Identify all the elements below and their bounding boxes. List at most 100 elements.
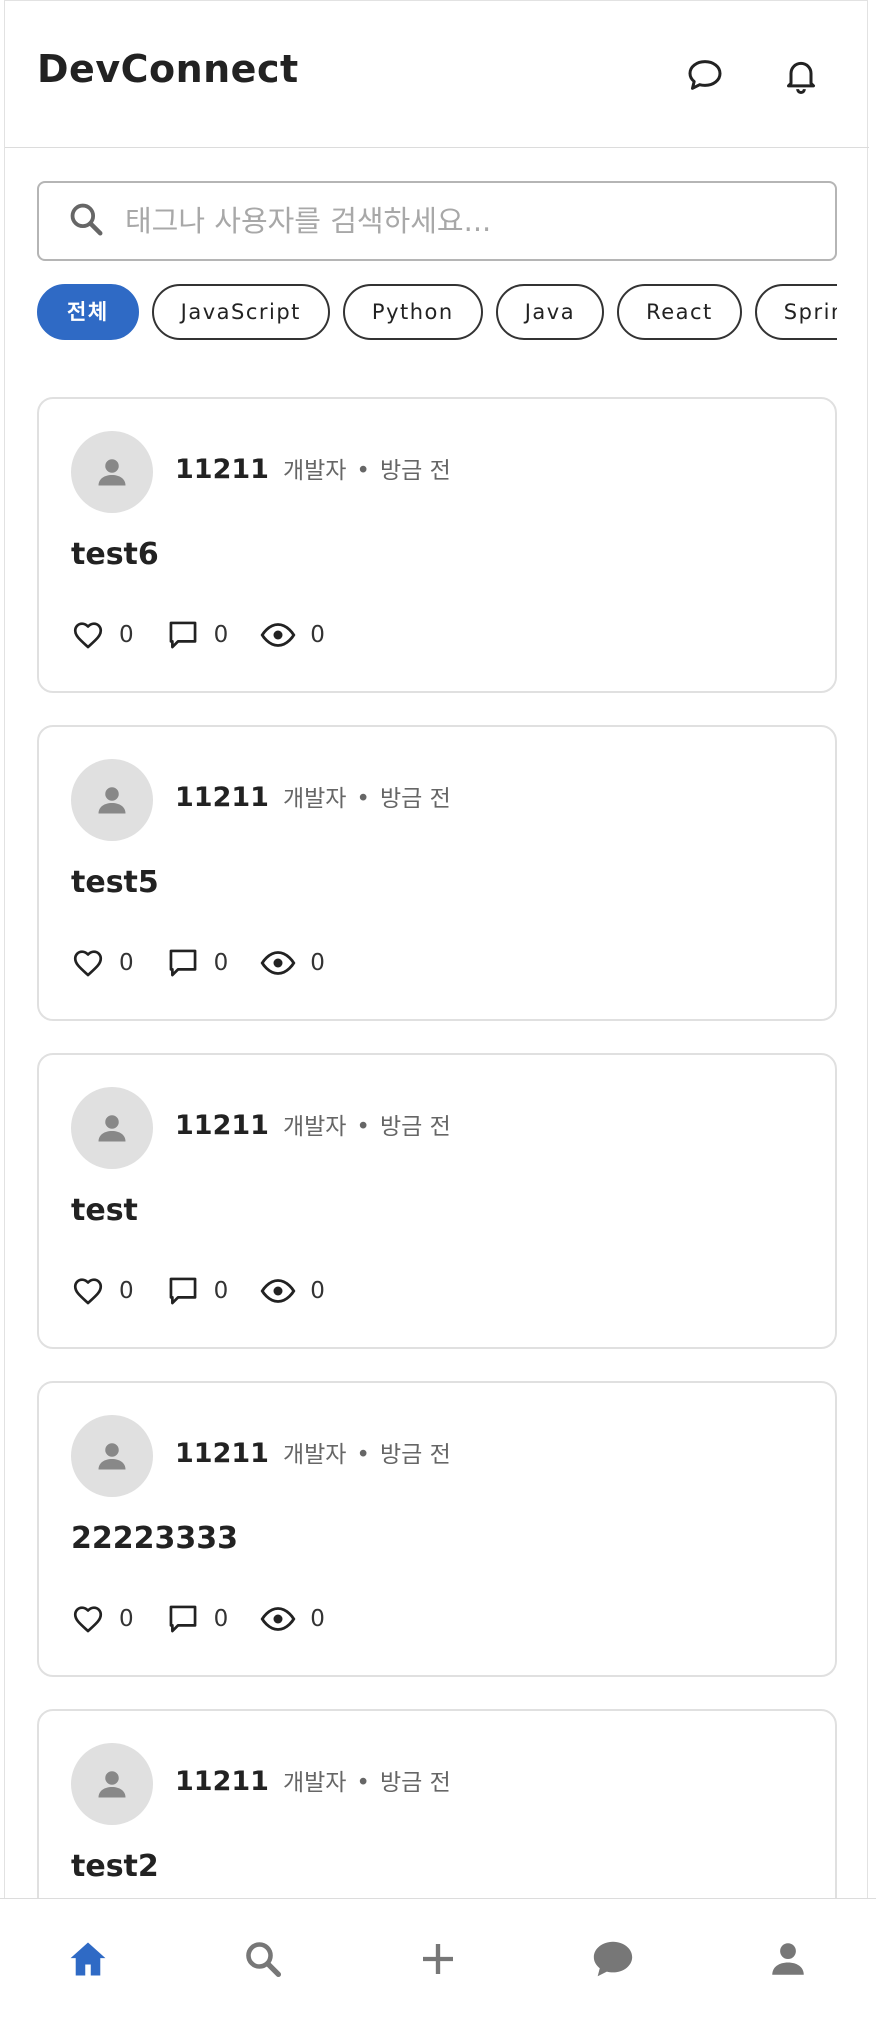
nav-create[interactable] [398,1919,478,1999]
like-stat[interactable]: 0 [71,1274,134,1308]
post-meta: 11211 개발자 • 방금 전 [175,1763,451,1797]
person-icon [98,1443,126,1470]
eye-icon [260,1607,296,1631]
like-stat[interactable]: 0 [71,1602,134,1636]
person-icon [98,787,126,814]
heart-icon [73,950,103,977]
avatar[interactable] [71,431,153,513]
post-meta: 11211 개발자 • 방금 전 [175,451,451,485]
post-time: 방금 전 [380,1770,451,1796]
tag-javascript[interactable]: JavaScript [151,284,330,340]
comment-stat[interactable]: 0 [166,1274,228,1308]
author-name[interactable]: 11211 [175,454,269,485]
post-title[interactable]: test5 [71,865,159,900]
search-bar[interactable] [37,181,837,261]
comment-icon [169,1277,197,1305]
nav-profile[interactable] [748,1919,828,1999]
like-count: 0 [119,1278,134,1304]
nav-home[interactable] [48,1919,128,1999]
author-role: 개발자 [282,786,347,812]
post-feed: 11211 개발자 • 방금 전 test6 0 0 0 11211 개발자 •… [37,397,837,2018]
app-title: DevConnect [37,47,299,91]
tag-filter-bar: 전체JavaScriptPythonJavaReactSpring [37,284,837,342]
author-name[interactable]: 11211 [175,1110,269,1141]
like-count: 0 [119,622,134,648]
post-time: 방금 전 [380,1442,451,1468]
app-header: DevConnect [5,1,869,148]
messages-icon[interactable] [681,51,729,99]
chat-icon [593,1941,633,1976]
post-title[interactable]: test6 [71,537,159,572]
view-count: 0 [310,950,325,976]
author-name[interactable]: 11211 [175,1766,269,1797]
post-time: 방금 전 [380,458,451,484]
search-input[interactable] [125,204,805,238]
tag-react[interactable]: React [617,284,742,340]
view-count: 0 [310,1278,325,1304]
comment-icon [169,949,197,977]
post-stats: 0 0 0 [71,617,357,653]
comment-count: 0 [213,1606,229,1632]
author-role: 개발자 [282,1442,347,1468]
search-icon [67,200,105,242]
post-card[interactable]: 11211 개발자 • 방금 전 test 0 0 0 [37,1053,837,1349]
view-stat: 0 [260,617,325,653]
comment-stat[interactable]: 0 [166,946,229,980]
post-meta: 11211 개발자 • 방금 전 [175,1107,451,1141]
plus-icon [422,1943,453,1974]
comment-stat[interactable]: 0 [166,618,229,652]
nav-search[interactable] [223,1919,303,1999]
comment-icon [169,1605,197,1633]
author-role: 개발자 [282,1114,347,1140]
view-stat: 0 [260,1273,325,1309]
meta-separator: • [356,1114,370,1140]
eye-icon [260,623,296,647]
home-icon [70,1942,106,1975]
post-title[interactable]: test2 [71,1849,159,1884]
tag-python[interactable]: Python [342,284,483,340]
meta-separator: • [356,786,370,812]
person-icon [98,459,126,486]
author-name[interactable]: 11211 [175,782,269,813]
view-count: 0 [310,1606,325,1632]
meta-separator: • [356,458,370,484]
like-count: 0 [119,1606,134,1632]
comment-count: 0 [213,622,229,648]
like-stat[interactable]: 0 [71,946,134,980]
view-stat: 0 [260,1601,325,1637]
person-icon [98,1771,126,1798]
like-stat[interactable]: 0 [71,618,134,652]
post-title[interactable]: test [71,1193,138,1228]
search-icon [245,1941,281,1977]
nav-chat[interactable] [573,1919,653,1999]
author-role: 개발자 [282,458,347,484]
post-card[interactable]: 11211 개발자 • 방금 전 test6 0 0 0 [37,397,837,693]
avatar[interactable] [71,1743,153,1825]
avatar[interactable] [71,1087,153,1169]
bell-icon[interactable] [777,51,825,99]
comment-icon [169,621,197,649]
post-title[interactable]: 22223333 [71,1521,238,1556]
post-card[interactable]: 11211 개발자 • 방금 전 test5 0 0 0 [37,725,837,1021]
comment-count: 0 [213,950,229,976]
avatar[interactable] [71,759,153,841]
tag-spring[interactable]: Spring [754,284,837,340]
post-card[interactable]: 11211 개발자 • 방금 전 22223333 0 0 0 [37,1381,837,1677]
avatar[interactable] [71,1415,153,1497]
profile-icon [772,1942,805,1975]
post-stats: 0 0 0 [71,1273,357,1309]
heart-icon [73,1278,103,1305]
post-stats: 0 0 0 [71,1601,357,1637]
post-meta: 11211 개발자 • 방금 전 [175,779,451,813]
comment-stat[interactable]: 0 [166,1602,229,1636]
author-role: 개발자 [282,1770,347,1796]
tag-all[interactable]: 전체 [37,284,139,340]
post-time: 방금 전 [380,786,451,812]
post-time: 방금 전 [380,1114,451,1140]
view-stat: 0 [260,945,325,981]
eye-icon [260,951,296,975]
like-count: 0 [119,950,134,976]
heart-icon [73,622,103,649]
author-name[interactable]: 11211 [175,1438,269,1469]
tag-java[interactable]: Java [495,284,605,340]
